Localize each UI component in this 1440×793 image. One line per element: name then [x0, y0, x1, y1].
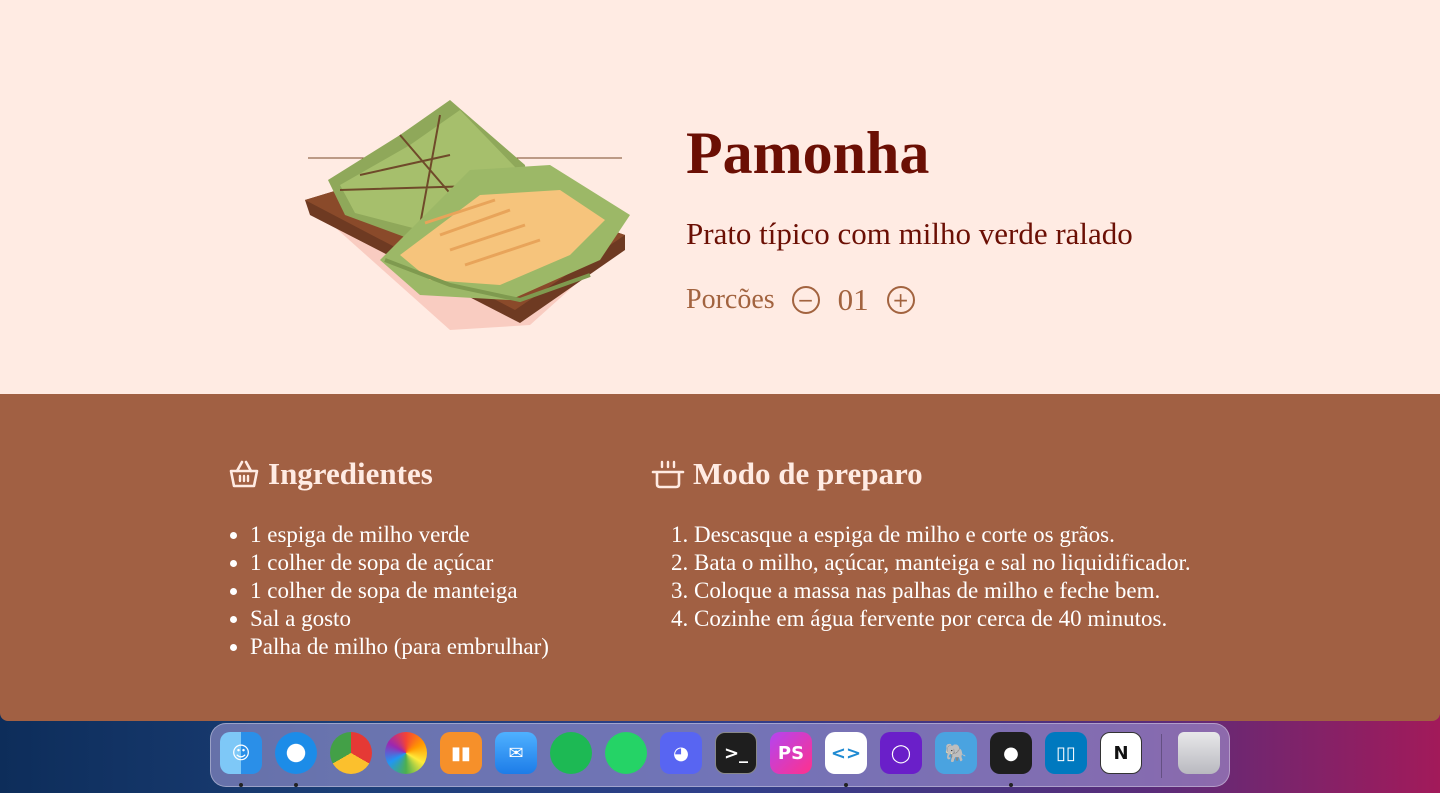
podcast-icon[interactable]: ◯ [880, 732, 922, 774]
figma-icon[interactable]: ● [990, 732, 1032, 774]
increase-servings-button[interactable]: + [886, 286, 915, 314]
ingredient-item: 1 colher de sopa de açúcar [250, 549, 549, 577]
finder-icon[interactable]: ☺ [220, 732, 262, 774]
running-indicator [294, 783, 298, 787]
preparation-steps: Descasque a espiga de milho e corte os g… [694, 521, 1191, 633]
trello-icon[interactable]: ▯▯ [1045, 732, 1087, 774]
phpstorm-icon[interactable]: PS [770, 732, 812, 774]
dock-separator [1161, 734, 1162, 778]
ingredients-heading: Ingredientes [228, 456, 433, 492]
preparation-step: Bata o milho, açúcar, manteiga e sal no … [694, 549, 1191, 577]
servings-value: 01 [837, 282, 869, 317]
recipe-subtitle: Prato típico com milho verde ralado [686, 216, 1133, 251]
safari-icon[interactable] [275, 732, 317, 774]
spotify-icon[interactable] [550, 732, 592, 774]
preparation-heading: Modo de preparo [651, 456, 923, 492]
plus-icon: + [892, 288, 910, 312]
ingredient-item: Palha de milho (para embrulhar) [250, 633, 549, 661]
photos-icon[interactable] [385, 732, 427, 774]
running-indicator [844, 783, 848, 787]
ingredient-item: Sal a gosto [250, 605, 549, 633]
whatsapp-icon[interactable] [605, 732, 647, 774]
macos-dock: ☺ ▮▮ ✉ ◕ >_ PS <> ◯ 🐘 ● ▯▯ N [210, 723, 1230, 787]
app-window: Pamonha Prato típico com milho verde ral… [0, 0, 1440, 721]
notion-icon[interactable]: N [1100, 732, 1142, 774]
preparation-title: Modo de preparo [693, 456, 923, 491]
decrease-servings-button[interactable]: − [791, 286, 820, 314]
ingredients-list: 1 espiga de milho verde 1 colher de sopa… [250, 521, 549, 661]
running-indicator [239, 783, 243, 787]
ingredient-item: 1 colher de sopa de manteiga [250, 577, 549, 605]
trash-icon[interactable] [1178, 732, 1220, 774]
recipe-details: Ingredientes 1 espiga de milho verde 1 c… [0, 394, 1440, 721]
ingredients-title: Ingredientes [268, 456, 433, 491]
pamonha-illustration [305, 100, 630, 330]
recipe-title: Pamonha [686, 120, 930, 186]
ingredient-item: 1 espiga de milho verde [250, 521, 549, 549]
recipe-header: Pamonha Prato típico com milho verde ral… [0, 0, 1440, 394]
running-indicator [1009, 783, 1013, 787]
preparation-step: Cozinhe em água fervente por cerca de 40… [694, 605, 1191, 633]
preparation-step: Coloque a massa nas palhas de milho e fe… [694, 577, 1191, 605]
minus-icon: − [797, 288, 815, 312]
vscode-icon[interactable]: <> [825, 732, 867, 774]
elephant-icon[interactable]: 🐘 [935, 732, 977, 774]
discord-icon[interactable]: ◕ [660, 732, 702, 774]
basket-icon [229, 460, 259, 488]
chrome-icon[interactable] [330, 732, 372, 774]
cooking-pot-icon [651, 460, 685, 489]
mail-icon[interactable]: ✉ [495, 732, 537, 774]
books-icon[interactable]: ▮▮ [440, 732, 482, 774]
servings-control: Porcões − 01 + [686, 280, 915, 320]
servings-label: Porcões [686, 284, 775, 315]
terminal-icon[interactable]: >_ [715, 732, 757, 774]
preparation-step: Descasque a espiga de milho e corte os g… [694, 521, 1191, 549]
